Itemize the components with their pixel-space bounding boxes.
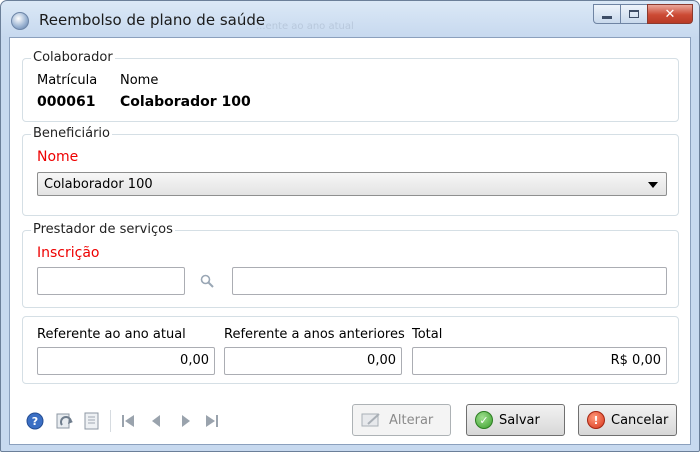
svg-text:?: ? bbox=[32, 415, 38, 428]
dropdown-arrow-icon bbox=[648, 182, 658, 188]
matricula-label: Matrícula bbox=[37, 73, 98, 88]
search-icon[interactable] bbox=[199, 273, 215, 289]
alterar-label: Alterar bbox=[389, 412, 434, 428]
bottom-toolbar: ? Alterar ✓ Salvar ! Cancelar bbox=[10, 392, 690, 444]
colaborador-group: Colaborador Matrícula Nome 000061 Colabo… bbox=[22, 50, 679, 122]
next-record-icon[interactable] bbox=[178, 413, 194, 429]
cancelar-button[interactable]: ! Cancelar bbox=[578, 404, 677, 436]
anos-anteriores-label: Referente a anos anteriores bbox=[224, 327, 405, 342]
matricula-value: 000061 bbox=[37, 94, 96, 110]
check-icon: ✓ bbox=[475, 411, 493, 429]
total-label: Total bbox=[412, 327, 443, 342]
nome-label: Nome bbox=[120, 73, 159, 88]
form-body: Colaborador Matrícula Nome 000061 Colabo… bbox=[9, 37, 691, 445]
colaborador-legend: Colaborador bbox=[31, 50, 115, 65]
maximize-icon bbox=[629, 10, 639, 18]
valores-group: Referente ao ano atual Referente a anos … bbox=[22, 316, 679, 384]
inscricao-label: Inscrição bbox=[37, 245, 100, 261]
toolbar-separator bbox=[110, 410, 111, 432]
prestador-legend: Prestador de serviços bbox=[31, 222, 175, 237]
salvar-label: Salvar bbox=[499, 412, 540, 428]
salvar-button[interactable]: ✓ Salvar bbox=[466, 404, 565, 436]
first-record-icon[interactable] bbox=[120, 413, 136, 429]
anos-anteriores-input[interactable]: 0,00 bbox=[224, 347, 402, 375]
maximize-button[interactable] bbox=[620, 4, 648, 24]
cancel-icon: ! bbox=[587, 411, 605, 429]
app-icon bbox=[11, 12, 29, 30]
cancelar-label: Cancelar bbox=[611, 412, 669, 428]
beneficiario-select[interactable]: Colaborador 100 bbox=[37, 172, 667, 196]
document-icon[interactable] bbox=[82, 411, 102, 431]
ano-atual-label: Referente ao ano atual bbox=[37, 327, 186, 342]
minimize-icon bbox=[602, 16, 612, 19]
close-button[interactable]: ✕ bbox=[647, 4, 693, 24]
inscricao-input[interactable] bbox=[37, 267, 185, 295]
total-input[interactable]: R$ 0,00 bbox=[412, 347, 667, 375]
title-ghost-text: ...ente ao ano atual bbox=[256, 21, 354, 32]
last-record-icon[interactable] bbox=[204, 413, 220, 429]
colaborador-nome-value: Colaborador 100 bbox=[120, 94, 251, 110]
minimize-button[interactable] bbox=[593, 4, 621, 24]
beneficiario-selected-value: Colaborador 100 bbox=[44, 177, 153, 192]
beneficiario-legend: Beneficiário bbox=[31, 126, 112, 141]
window-title: Reembolso de plano de saúde bbox=[39, 11, 266, 29]
help-icon[interactable]: ? bbox=[26, 412, 44, 430]
title-bar[interactable]: Reembolso de plano de saúde ...ente ao a… bbox=[1, 1, 699, 37]
edit-icon bbox=[361, 413, 380, 427]
ano-atual-input[interactable]: 0,00 bbox=[37, 347, 215, 375]
close-icon: ✕ bbox=[664, 6, 676, 22]
window-controls: ✕ bbox=[593, 4, 693, 24]
app-window: Reembolso de plano de saúde ...ente ao a… bbox=[0, 0, 700, 452]
prestador-nome-input[interactable] bbox=[232, 267, 667, 295]
previous-record-icon[interactable] bbox=[148, 413, 164, 429]
alterar-button[interactable]: Alterar bbox=[352, 404, 451, 436]
refresh-icon[interactable] bbox=[54, 411, 74, 431]
prestador-group: Prestador de serviços Inscrição bbox=[22, 222, 679, 308]
beneficiario-group: Beneficiário Nome Colaborador 100 bbox=[22, 126, 679, 216]
beneficiario-nome-label: Nome bbox=[37, 149, 79, 165]
